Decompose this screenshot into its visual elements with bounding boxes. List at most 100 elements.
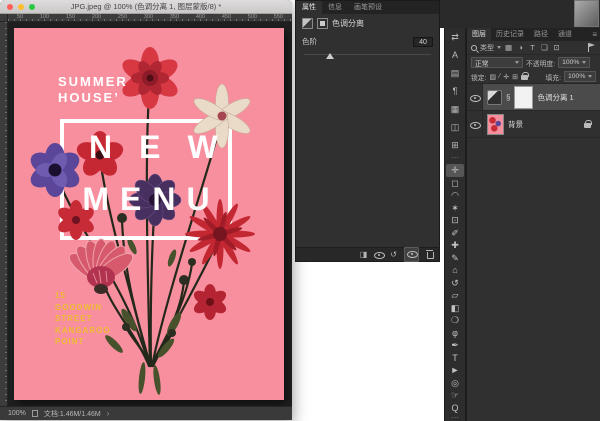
toolbar-grip[interactable]: ⋯: [451, 154, 459, 164]
filter-dropdown-caret-icon[interactable]: [497, 46, 501, 49]
levels-slider[interactable]: [304, 51, 431, 60]
tab-channels[interactable]: 通道: [553, 28, 577, 41]
visibility-cell[interactable]: [467, 111, 483, 137]
lock-pixels-icon[interactable]: ∕: [499, 73, 500, 80]
document-size-info: 文档:1.46M/1.46M: [43, 410, 101, 418]
visibility-eye-icon: [407, 249, 418, 258]
adjustment-layer-thumbnail[interactable]: [487, 89, 502, 105]
tab-paths[interactable]: 路径: [529, 28, 553, 41]
posterize-adjustment-icon: [302, 18, 313, 29]
delete-adjustment-icon[interactable]: [426, 250, 434, 259]
character-panel-icon[interactable]: A: [446, 46, 464, 64]
layer-mask-thumbnail[interactable]: [514, 85, 534, 109]
collapse-panels-icon[interactable]: ⇄: [446, 28, 464, 46]
eraser-tool[interactable]: ▱: [446, 289, 464, 302]
zoom-level-field[interactable]: 100%: [8, 410, 26, 417]
filter-pixel-layers-icon[interactable]: ▦: [504, 43, 513, 52]
panel-menu-icon[interactable]: ≡: [592, 28, 597, 41]
slider-thumb[interactable]: [325, 53, 334, 59]
filter-type-layers-icon[interactable]: T: [528, 43, 537, 52]
lock-all-icon[interactable]: [521, 72, 530, 81]
pen-tool[interactable]: ✒: [446, 339, 464, 352]
ruler-corner: [0, 14, 8, 22]
levels-value-field[interactable]: 40: [413, 36, 433, 47]
background-layer-thumbnail[interactable]: [487, 113, 504, 135]
previous-state-eye-icon[interactable]: [374, 250, 386, 259]
tab-layers[interactable]: 图层: [467, 28, 491, 41]
brush-tool[interactable]: ✎: [446, 252, 464, 265]
history-brush-tool[interactable]: ↺: [446, 277, 464, 290]
filter-toggle-icon[interactable]: [588, 43, 596, 52]
magic-wand-tool[interactable]: ✶: [446, 202, 464, 215]
top-right-bar: [440, 0, 600, 28]
marquee-tool[interactable]: ◻: [446, 177, 464, 190]
tab-brush-presets[interactable]: 画笔预设: [348, 1, 388, 14]
lock-label: 锁定:: [471, 74, 487, 82]
tab-info[interactable]: 信息: [322, 1, 348, 14]
toolbar-overflow-icon[interactable]: ⋯: [451, 414, 459, 421]
filter-adjustment-layers-icon[interactable]: ◑: [516, 43, 525, 52]
reset-adjustment-icon[interactable]: ↺: [390, 250, 397, 259]
adjustments-panel-icon[interactable]: ⊞: [446, 136, 464, 154]
search-icon: [471, 44, 477, 51]
layer-row-body[interactable]: 背景: [483, 111, 600, 137]
clip-to-layer-icon[interactable]: ◨: [360, 250, 368, 259]
styles-panel-icon[interactable]: ▤: [446, 64, 464, 82]
properties-tabbar: 属性 信息 画笔预设: [296, 1, 439, 14]
close-button[interactable]: [7, 4, 13, 10]
blend-mode-row: 正常 不透明度: 100%: [467, 55, 600, 70]
lock-artboard-icon[interactable]: ⊞: [512, 73, 518, 81]
poster-headline-new: NEW: [89, 129, 245, 165]
actions-panel-icon[interactable]: ◫: [446, 118, 464, 136]
minimize-button[interactable]: [18, 4, 24, 10]
eye-icon[interactable]: [470, 93, 481, 102]
type-tool[interactable]: T: [446, 352, 464, 365]
filter-kind-label[interactable]: 类型: [480, 43, 494, 53]
zoom-window-button[interactable]: [29, 4, 35, 10]
background-lock-icon: [584, 119, 592, 129]
swatches-panel-icon[interactable]: ▦: [446, 100, 464, 118]
blend-mode-select[interactable]: 正常: [471, 57, 523, 68]
layer-name[interactable]: 色调分离 1: [537, 92, 573, 103]
move-tool[interactable]: ✛: [446, 164, 464, 177]
visibility-cell[interactable]: [467, 84, 483, 110]
status-chevron-icon[interactable]: ›: [107, 409, 110, 418]
document-window: JPG.jpeg @ 100% (色调分离 1, 图层蒙版/8) * 50 10…: [0, 0, 292, 420]
lock-position-icon[interactable]: ✛: [503, 73, 509, 81]
ruler-horizontal[interactable]: 50 100 150 200 250 300 350 400 450 500 5…: [8, 14, 292, 22]
blur-tool[interactable]: ❍: [446, 314, 464, 327]
clone-stamp-tool[interactable]: ⌂: [446, 264, 464, 277]
poster-brand-text: SUMMER HOUSE’: [58, 74, 128, 105]
eyedropper-tool[interactable]: ✐: [446, 227, 464, 240]
shape-tool[interactable]: ◎: [446, 377, 464, 390]
layer-name[interactable]: 背景: [508, 119, 523, 130]
hand-tool[interactable]: ☞: [446, 389, 464, 402]
crop-tool[interactable]: ⊡: [446, 214, 464, 227]
ruler-vertical[interactable]: [0, 22, 8, 406]
layer-visibility-toggle[interactable]: [404, 247, 419, 262]
paragraph-panel-icon[interactable]: ¶: [446, 82, 464, 100]
opacity-select[interactable]: 100%: [558, 57, 591, 68]
poster-canvas[interactable]: SUMMER HOUSE’ NEW MENU 15 GOODWIN STREET…: [14, 28, 284, 400]
filter-shape-layers-icon[interactable]: ❏: [540, 43, 549, 52]
filter-smart-objects-icon[interactable]: ⊡: [552, 43, 561, 52]
dodge-tool[interactable]: φ: [446, 327, 464, 340]
path-selection-tool[interactable]: ►: [446, 364, 464, 377]
layer-row-posterize[interactable]: § 色调分离 1: [467, 84, 600, 111]
canvas-pasteboard[interactable]: SUMMER HOUSE’ NEW MENU 15 GOODWIN STREET…: [8, 22, 292, 406]
layer-row-body[interactable]: § 色调分离 1: [483, 84, 600, 110]
layer-mask-badge-icon[interactable]: [317, 18, 328, 29]
healing-brush-tool[interactable]: ✚: [446, 239, 464, 252]
lock-row: 锁定: ▨ ∕ ✛ ⊞ 填充: 100%: [467, 70, 600, 84]
tab-properties[interactable]: 属性: [296, 1, 322, 14]
eye-icon[interactable]: [470, 120, 481, 129]
fill-select[interactable]: 100%: [564, 71, 596, 82]
tab-history[interactable]: 历史记录: [491, 28, 529, 41]
gradient-tool[interactable]: ◧: [446, 302, 464, 315]
window-titlebar[interactable]: JPG.jpeg @ 100% (色调分离 1, 图层蒙版/8) *: [0, 0, 292, 14]
lasso-tool[interactable]: ◠: [446, 189, 464, 202]
slider-track[interactable]: [304, 54, 431, 55]
layer-row-background[interactable]: 背景: [467, 111, 600, 138]
mask-link-icon[interactable]: §: [506, 93, 510, 102]
lock-transparency-icon[interactable]: ▨: [489, 73, 496, 81]
